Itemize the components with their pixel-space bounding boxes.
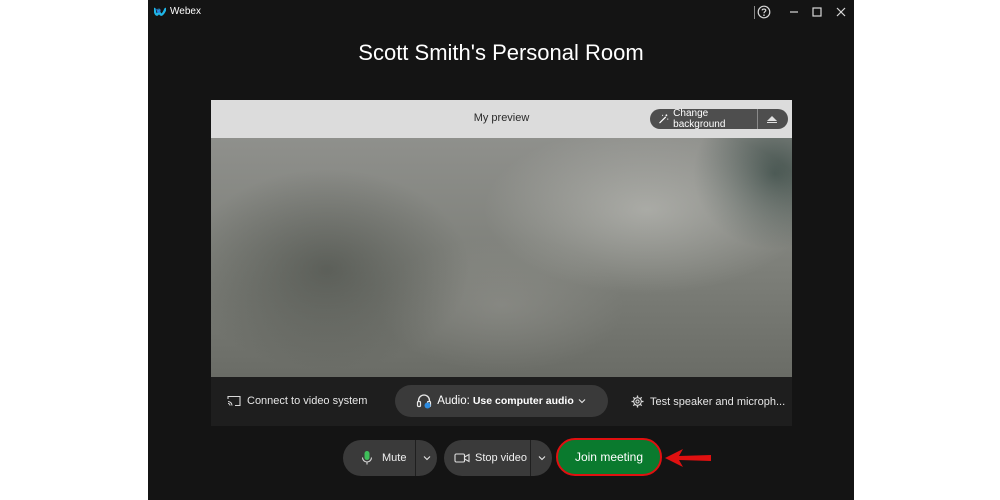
audio-selector[interactable]: Audio: Use computer audio (395, 385, 608, 417)
maximize-button[interactable] (808, 3, 826, 21)
background-dropdown-button[interactable] (758, 109, 786, 129)
join-meeting-label: Join meeting (574, 450, 644, 464)
stop-video-button[interactable]: Stop video (444, 440, 552, 476)
webex-window: Webex Scott Smith's Personal Room My pre… (148, 0, 854, 500)
help-button[interactable] (755, 3, 773, 21)
stop-video-label: Stop video (475, 452, 527, 464)
maximize-icon (812, 7, 822, 17)
close-button[interactable] (832, 3, 850, 21)
minimize-icon (790, 11, 798, 13)
stop-video-main[interactable]: Stop video (444, 440, 531, 476)
video-preview-panel: My preview Change background Connect to … (211, 100, 792, 426)
webex-logo-icon (154, 7, 166, 16)
chevron-down-icon (538, 456, 545, 461)
test-speaker-microphone-label: Test speaker and microph... (650, 395, 786, 408)
mute-button[interactable]: Mute (343, 440, 437, 476)
audio-selected-value: Use computer audio (472, 395, 574, 407)
mute-main[interactable]: Mute (343, 440, 416, 476)
audio-prefix-label: Audio: (437, 395, 470, 407)
background-dropdown-icon (767, 116, 777, 123)
video-camera-icon (454, 453, 470, 463)
connect-video-system-button[interactable]: Connect to video system (227, 395, 367, 407)
camera-video-feed (211, 138, 792, 377)
title-bar: Webex (148, 0, 854, 26)
mute-options-dropdown[interactable] (416, 440, 437, 476)
video-options-dropdown[interactable] (531, 440, 552, 476)
red-arrow-annotation-icon (665, 449, 711, 467)
mute-label: Mute (382, 452, 407, 464)
join-meeting-button[interactable]: Join meeting (556, 438, 662, 476)
preview-header: My preview Change background (211, 100, 792, 138)
gear-icon (631, 395, 644, 408)
change-background-main[interactable]: Change background (650, 108, 758, 130)
preview-controls-bar: Connect to video system Audio: Use compu… (211, 377, 792, 426)
chevron-down-icon (423, 456, 430, 461)
connect-video-system-label: Connect to video system (247, 395, 368, 407)
help-icon (757, 5, 771, 19)
microphone-icon (361, 451, 373, 465)
room-title: Scott Smith's Personal Room (358, 40, 644, 65)
chevron-down-icon (578, 399, 586, 404)
app-name: Webex (170, 6, 201, 17)
cast-screen-icon (227, 395, 241, 407)
change-background-button[interactable]: Change background (650, 108, 788, 130)
minimize-button[interactable] (785, 3, 803, 21)
magic-wand-icon (659, 114, 669, 124)
close-icon (836, 7, 846, 17)
test-speaker-microphone-button[interactable]: Test speaker and microph... (631, 395, 789, 408)
change-background-label: Change background (673, 108, 726, 130)
headset-icon (417, 394, 432, 409)
